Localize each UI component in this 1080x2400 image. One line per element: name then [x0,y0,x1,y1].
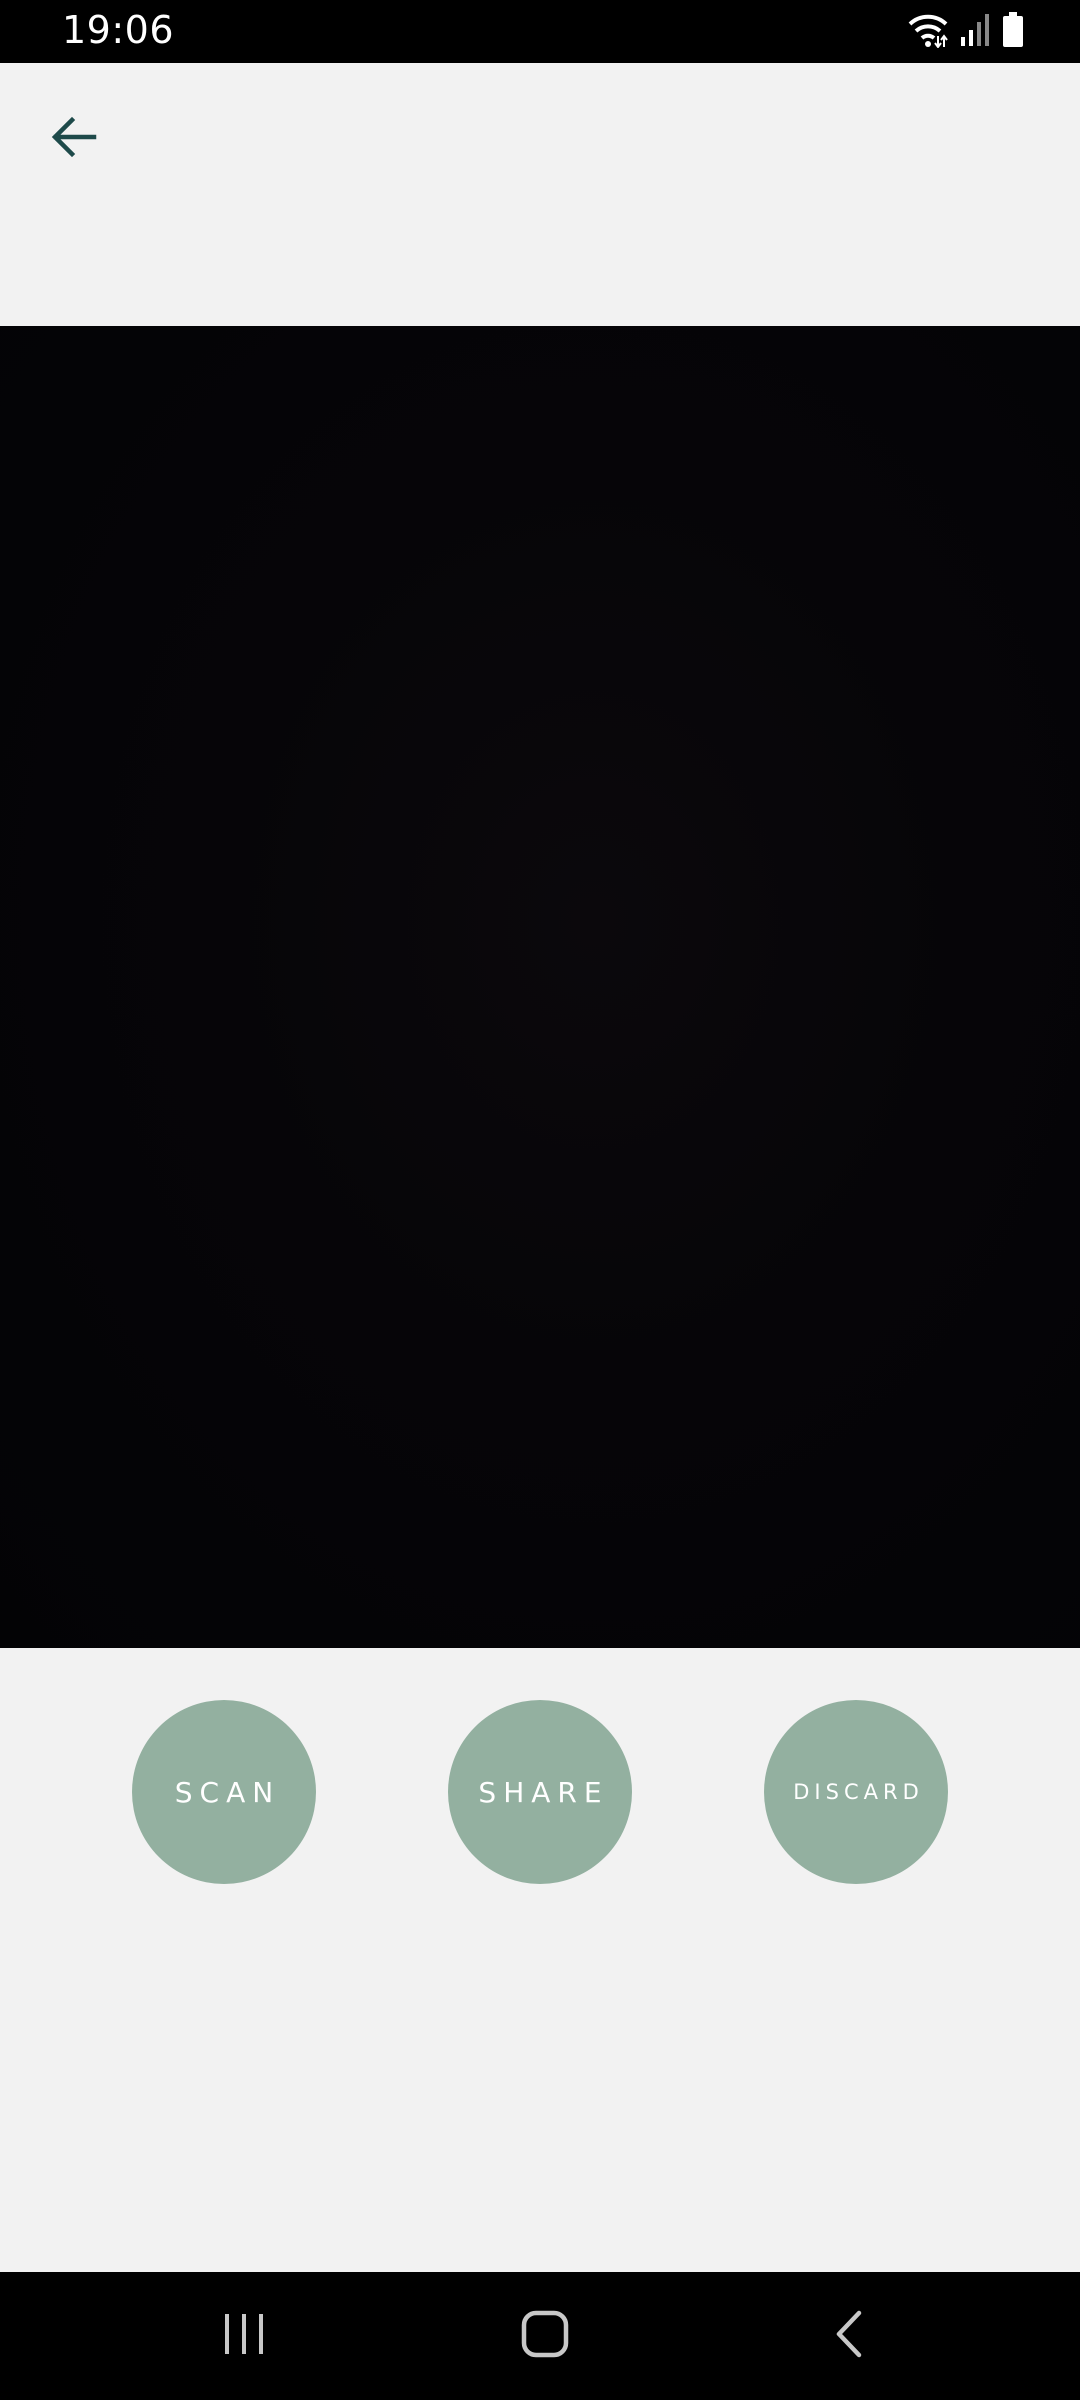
share-button-label: SHARE [478,1775,609,1809]
screen: 19:06 SCAN SHARE DISCARD [0,0,1080,2400]
camera-preview [0,326,1080,1648]
home-button[interactable] [500,2296,590,2376]
status-icons [908,11,1024,53]
recents-icon [221,2312,267,2361]
navigation-bar [0,2272,1080,2400]
scan-button-label: SCAN [174,1775,281,1809]
back-nav-button[interactable] [803,2296,893,2376]
discard-button[interactable]: DISCARD [764,1700,948,1884]
action-buttons: SCAN SHARE DISCARD [0,1700,1080,1886]
status-time: 19:06 [62,8,175,52]
status-bar: 19:06 [0,0,1080,63]
discard-button-label: DISCARD [793,1780,924,1804]
recents-button[interactable] [199,2296,289,2376]
app-bar [0,63,1080,326]
wifi-icon [908,12,948,53]
back-icon [831,2309,865,2364]
share-button[interactable]: SHARE [448,1700,632,1884]
arrow-left-icon [50,115,98,164]
battery-icon [1002,11,1024,53]
back-button[interactable] [38,103,110,175]
home-icon [520,2309,570,2364]
scan-button[interactable]: SCAN [132,1700,316,1884]
signal-icon [960,13,990,52]
